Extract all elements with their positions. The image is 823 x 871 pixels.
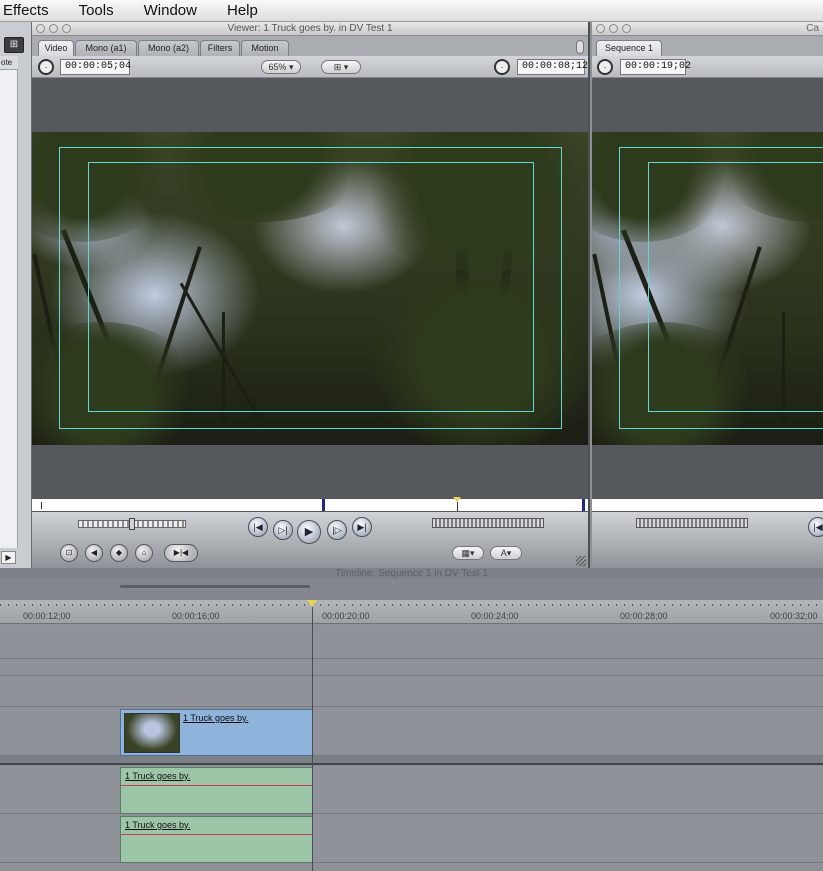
menu-bar: Effects Tools Window Help: [0, 0, 823, 22]
browser-list[interactable]: [0, 56, 18, 548]
ruler-label: 00:00:16;00: [172, 611, 220, 621]
canvas-tabs: Sequence 1: [592, 37, 823, 57]
view-popup[interactable]: ⊞ ▾: [321, 60, 361, 74]
tab-sequence-1[interactable]: Sequence 1: [596, 40, 662, 57]
canvas-transport-controls: |◀: [592, 512, 823, 568]
ruler-label: 00:00:32;00: [770, 611, 818, 621]
view-options-icon: ⊞: [333, 62, 342, 72]
timeline-zoom-slider[interactable]: [120, 585, 310, 588]
tab-motion[interactable]: Motion: [241, 40, 289, 56]
mark-out-button[interactable]: ◆: [110, 544, 128, 562]
ruler-label: 00:00:24;00: [471, 611, 519, 621]
play-in-to-out-button[interactable]: ▷|: [273, 520, 293, 540]
menu-tools[interactable]: Tools: [75, 2, 124, 19]
zoom-popup[interactable]: 65% ▾: [261, 60, 301, 74]
canvas-titlebar[interactable]: Ca: [592, 22, 823, 36]
viewer-video-frame[interactable]: [32, 132, 588, 445]
viewer-playhead[interactable]: [453, 497, 462, 511]
in-point-marker[interactable]: [322, 499, 325, 511]
zoom-value: 65%: [268, 62, 287, 72]
viewer-tabs: Video Mono (a1) Mono (a2) Filters Motion: [32, 37, 588, 57]
ruler-label: 00:00:20;00: [322, 611, 370, 621]
timeline-track[interactable]: [0, 676, 823, 707]
viewer-scrubber-bar[interactable]: [32, 497, 588, 512]
mark-in-button[interactable]: ◀: [85, 544, 103, 562]
canvas-title-safe-boundary: [648, 162, 823, 412]
timeline-window: Timeline: Sequence 1 in DV Test 1 00:00:…: [0, 568, 823, 871]
audio-level-line[interactable]: [121, 834, 312, 835]
viewer-window: Viewer: 1 Truck goes by. in DV Test 1 Vi…: [32, 22, 590, 568]
canvas-shuttle-control[interactable]: [636, 518, 748, 528]
canvas-zoom-button[interactable]: [622, 24, 631, 33]
generator-icon: A: [500, 548, 507, 558]
tab-mono-a1[interactable]: Mono (a1): [75, 40, 137, 56]
audio-clip-a2-name: 1 Truck goes by.: [125, 820, 191, 830]
viewer-duration-timecode[interactable]: 00:00:05;04: [60, 59, 131, 75]
audio-clip-a1-name: 1 Truck goes by.: [125, 771, 191, 781]
match-frame-button[interactable]: ⊡: [60, 544, 78, 562]
play-around-button[interactable]: |▷: [327, 520, 347, 540]
canvas-toolbar: · 00:00:19;02: [592, 56, 823, 78]
play-button[interactable]: ▶: [297, 520, 321, 544]
timeline-divider[interactable]: [0, 756, 823, 765]
browser-play-icon[interactable]: ▶: [1, 551, 16, 564]
generator-popup[interactable]: A▾: [490, 546, 522, 560]
ruler-label: 00:00:12;00: [23, 611, 71, 621]
canvas-minimize-button[interactable]: [609, 24, 618, 33]
current-time-clock-icon: ·: [494, 59, 510, 75]
title-safe-boundary: [88, 162, 534, 412]
audio-clip-a1[interactable]: 1 Truck goes by.: [120, 767, 313, 814]
timeline-track[interactable]: [0, 625, 823, 659]
timeline-playhead-line: [312, 607, 313, 871]
recent-clips-popup[interactable]: ▦▾: [452, 546, 484, 560]
viewer-toolbar: · 00:00:05;04 65% ▾ ⊞ ▾ · 00:00:08;12: [32, 56, 588, 78]
canvas-previous-edit-button[interactable]: |◀: [808, 517, 823, 537]
canvas-duration-clock-icon: ·: [597, 59, 613, 75]
jog-control[interactable]: [78, 518, 186, 530]
audio-level-line[interactable]: [121, 785, 312, 786]
viewer-titlebar[interactable]: Viewer: 1 Truck goes by. in DV Test 1: [32, 22, 588, 36]
recent-clips-icon: ▦: [461, 548, 470, 558]
canvas-video-frame[interactable]: [592, 132, 823, 445]
video-clip-name: 1 Truck goes by.: [183, 713, 249, 723]
canvas-close-button[interactable]: [596, 24, 605, 33]
jog-knob[interactable]: [129, 518, 135, 530]
viewer-title: Viewer: 1 Truck goes by. in DV Test 1: [227, 23, 393, 34]
timeline-title: Timeline: Sequence 1 in DV Test 1: [0, 568, 823, 579]
tab-video[interactable]: Video: [38, 40, 74, 57]
duration-clock-icon: ·: [38, 59, 54, 75]
tab-filters[interactable]: Filters: [200, 40, 240, 56]
previous-edit-button[interactable]: |◀: [248, 517, 268, 537]
menu-help[interactable]: Help: [223, 2, 268, 19]
canvas-duration-timecode[interactable]: 00:00:19;02: [620, 59, 691, 75]
tab-mono-a2[interactable]: Mono (a2): [138, 40, 199, 56]
video-clip[interactable]: 1 Truck goes by.: [120, 709, 313, 756]
shuttle-control[interactable]: [432, 518, 544, 528]
out-point-marker[interactable]: [582, 499, 585, 511]
resize-grip-icon[interactable]: [576, 556, 586, 566]
viewer-current-timecode[interactable]: 00:00:08;12: [517, 59, 588, 75]
timeline-tab-bar: [0, 579, 823, 600]
viewer-video-area: [32, 78, 588, 498]
canvas-video-area: [592, 78, 823, 498]
add-marker-button[interactable]: ⌂: [135, 544, 153, 562]
audio-clip-a2[interactable]: 1 Truck goes by.: [120, 816, 313, 863]
viewer-transport-controls: |◀ ▷| ▶ |▷ ▶| ⊡ ◀ ◆ ⌂ ▶|◀ ▦▾ A▾: [32, 512, 588, 568]
browser-column-header[interactable]: ote: [0, 56, 18, 70]
next-edit-button[interactable]: ▶|: [352, 517, 372, 537]
canvas-scrubber-bar[interactable]: [592, 498, 823, 512]
menu-window[interactable]: Window: [140, 2, 207, 19]
go-to-in-out-buttons[interactable]: ▶|◀: [164, 544, 198, 562]
ruler-label: 00:00:28;00: [620, 611, 668, 621]
menu-effects[interactable]: Effects: [0, 2, 59, 19]
view-mode-icon[interactable]: ⊞: [4, 37, 24, 53]
tab-scroll-handle[interactable]: [576, 40, 584, 54]
timeline-ruler[interactable]: 00:00:12;00 00:00:16;00 00:00:20;00 00:0…: [0, 600, 823, 624]
clip-thumbnail: [124, 713, 180, 753]
canvas-window: Ca Sequence 1 · 00:00:19;02 |◀: [592, 22, 823, 568]
timeline-playhead-handle[interactable]: [307, 600, 317, 607]
timeline-track[interactable]: [0, 659, 823, 676]
canvas-title: Ca: [806, 23, 819, 34]
